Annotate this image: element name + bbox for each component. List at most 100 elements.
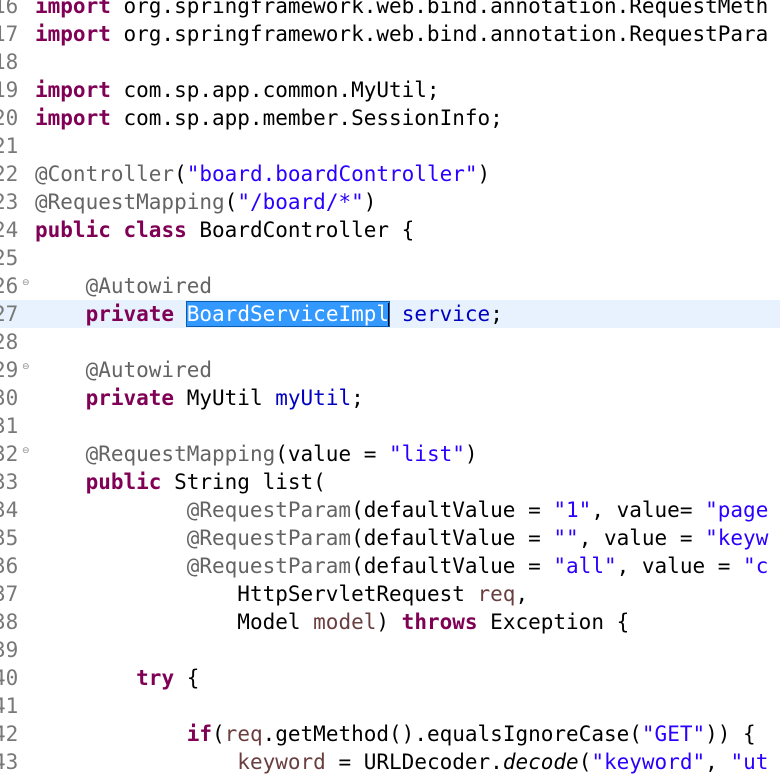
code-text: keyword = URLDecoder.decode("keyword", "…: [35, 748, 768, 776]
code-line[interactable]: 18: [0, 48, 780, 76]
code-token: ,: [515, 582, 529, 606]
code-text: try {: [35, 664, 199, 692]
line-number: 43: [0, 750, 19, 774]
code-token: BoardController {: [186, 218, 415, 242]
code-line[interactable]: 41: [0, 692, 780, 720]
code-line[interactable]: 21: [0, 132, 780, 160]
code-token: {: [174, 666, 200, 690]
code-token: "": [553, 526, 579, 550]
line-number: 18: [0, 50, 19, 74]
code-line[interactable]: 16 import org.springframework.web.bind.an…: [0, 0, 780, 20]
line-number: 22: [0, 162, 19, 186]
code-token: @Autowired: [85, 358, 213, 382]
code-token: req: [224, 722, 263, 746]
code-text: import org.springframework.web.bind.anno…: [35, 20, 768, 48]
code-line[interactable]: 30 private MyUtil myUtil;: [0, 384, 780, 412]
code-token: @RequestMapping: [35, 190, 225, 214]
code-line[interactable]: 23 @RequestMapping("/board/*"): [0, 188, 780, 216]
code-line[interactable]: 39: [0, 636, 780, 664]
code-line[interactable]: 37 HttpServletRequest req,: [0, 580, 780, 608]
code-token: ;: [490, 302, 503, 326]
code-line[interactable]: 22 @Controller("board.boardController"): [0, 160, 780, 188]
code-token: public: [85, 470, 162, 494]
code-token: @Autowired: [85, 274, 213, 298]
line-number: 24: [0, 218, 19, 242]
code-line[interactable]: 31: [0, 412, 780, 440]
code-line[interactable]: 26⊖ @Autowired: [0, 272, 780, 300]
line-number: 19: [0, 78, 19, 102]
fold-toggle-icon[interactable]: ⊖: [22, 362, 30, 372]
code-line[interactable]: 34 @RequestParam(defaultValue = "1", val…: [0, 496, 780, 524]
code-line[interactable]: 19 import com.sp.app.common.MyUtil;: [0, 76, 780, 104]
code-token: , value =: [578, 526, 706, 550]
code-line[interactable]: 32⊖ @RequestMapping(value = "list"): [0, 440, 780, 468]
code-token: req: [477, 582, 516, 606]
code-token: "ut: [730, 750, 769, 774]
code-token: decode: [502, 750, 579, 774]
line-number: 36: [0, 554, 19, 578]
code-token: (defaultValue =: [351, 498, 554, 522]
code-token: org.springframework.web.bind.annotation.…: [110, 22, 769, 46]
code-token: "1": [553, 498, 592, 522]
code-text: @Autowired: [35, 272, 212, 300]
code-token: "page: [705, 498, 769, 522]
code-line[interactable]: 29⊖ @Autowired: [0, 356, 780, 384]
code-text: import com.sp.app.member.SessionInfo;: [35, 104, 503, 132]
code-token: class: [123, 218, 187, 242]
code-line[interactable]: 40 try {: [0, 664, 780, 692]
selected-token[interactable]: BoardServiceImpl: [185, 301, 391, 327]
code-token: "/board/*": [237, 190, 364, 214]
code-token: public: [35, 218, 111, 242]
code-text: @Controller("board.boardController"): [35, 160, 490, 188]
line-number: 41: [0, 694, 19, 718]
code-token: @RequestParam: [186, 554, 352, 578]
code-token: model: [313, 610, 377, 634]
code-token: (: [224, 190, 238, 214]
java-code-editor[interactable]: 16 import org.springframework.web.bind.an…: [0, 0, 780, 778]
code-text: @Autowired: [35, 356, 212, 384]
code-token: (defaultValue =: [351, 554, 554, 578]
code-token: com.sp.app.common.MyUtil;: [110, 78, 440, 102]
code-token: "all": [553, 554, 617, 578]
code-token: import: [35, 0, 111, 18]
code-line[interactable]: 17 import org.springframework.web.bind.an…: [0, 20, 780, 48]
code-token: ,: [705, 750, 731, 774]
code-token: (: [212, 722, 225, 746]
code-line[interactable]: 42 if(req.getMethod().equalsIgnoreCase("…: [0, 720, 780, 748]
code-token: (defaultValue =: [351, 526, 554, 550]
code-token: ): [464, 442, 478, 466]
code-line[interactable]: 36 @RequestParam(defaultValue = "all", v…: [0, 552, 780, 580]
fold-toggle-icon[interactable]: ⊖: [22, 278, 30, 288]
code-token: @RequestParam: [186, 526, 352, 550]
code-token: keyword: [237, 750, 326, 774]
code-line[interactable]: 38 Model model) throws Exception {: [0, 608, 780, 636]
code-token: , value=: [591, 498, 706, 522]
code-line[interactable]: 24 public class BoardController {: [0, 216, 780, 244]
code-line[interactable]: 35 @RequestParam(defaultValue = "", valu…: [0, 524, 780, 552]
fold-toggle-icon[interactable]: ⊖: [22, 446, 30, 456]
code-text: public String list(: [35, 468, 326, 496]
code-text: @RequestMapping(value = "list"): [35, 440, 478, 468]
line-number: 25: [0, 246, 19, 270]
code-token: import: [35, 78, 111, 102]
code-token: ;: [351, 386, 364, 410]
code-token: private: [85, 302, 175, 326]
code-line[interactable]: 27 private BoardServiceImpl service;: [0, 300, 780, 328]
line-number: 39: [0, 638, 19, 662]
code-token: (value =: [275, 442, 390, 466]
code-line[interactable]: 20 import com.sp.app.member.SessionInfo;: [0, 104, 780, 132]
line-number: 42: [0, 722, 19, 746]
code-line[interactable]: 28: [0, 328, 780, 356]
code-line[interactable]: 25: [0, 244, 780, 272]
code-line[interactable]: 33 public String list(: [0, 468, 780, 496]
line-number: 27: [0, 302, 19, 326]
code-token: (: [578, 750, 592, 774]
code-line[interactable]: 43 keyword = URLDecoder.decode("keyword"…: [0, 748, 780, 776]
